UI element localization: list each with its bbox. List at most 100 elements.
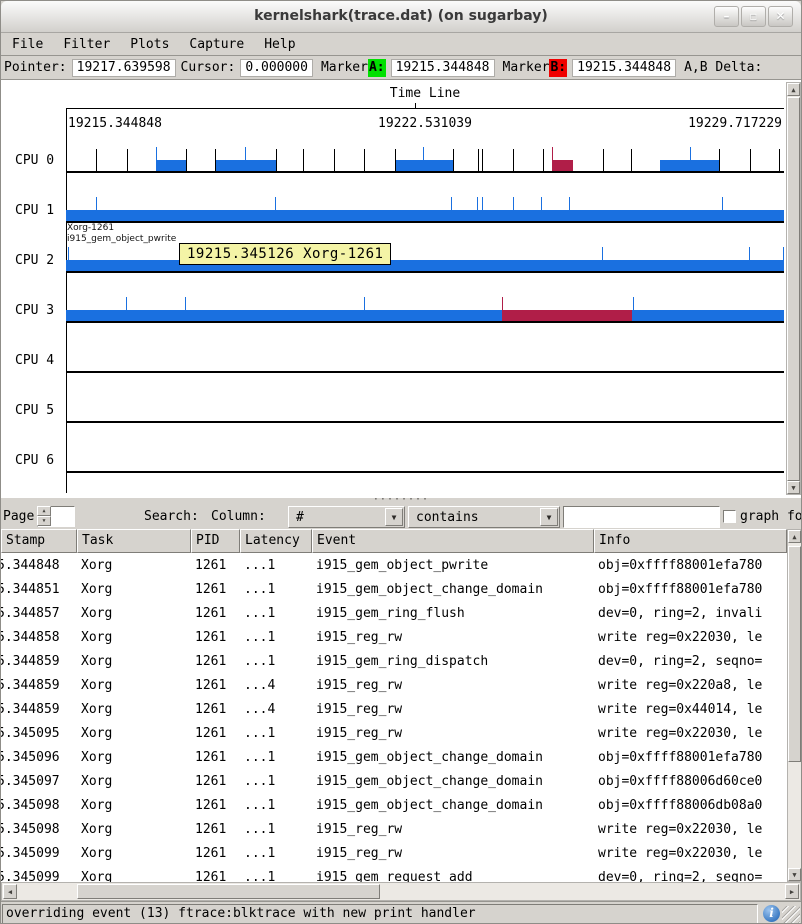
cell-task: Xorg	[77, 726, 191, 741]
column-header-event[interactable]: Event	[312, 529, 594, 553]
search-label: Search:	[144, 509, 199, 524]
graph-follows-checkbox[interactable]	[723, 510, 736, 523]
table-row[interactable]: 5.345097Xorg1261...1i915_gem_object_chan…	[1, 769, 787, 793]
scroll-up-button[interactable]: ▲	[788, 530, 801, 543]
table-vscrollbar[interactable]: ▲ ▼	[787, 529, 802, 882]
table-row[interactable]: 5.344848Xorg1261...1i915_gem_object_pwri…	[1, 553, 787, 577]
cell-latency: ...1	[240, 822, 312, 837]
table-row[interactable]: 5.344857Xorg1261...1i915_gem_ring_flushd…	[1, 601, 787, 625]
cpu-task-bar[interactable]	[156, 160, 186, 171]
cell-task: Xorg	[77, 678, 191, 693]
timeline-title: Time Line	[66, 86, 784, 101]
table-row[interactable]: 5.344859Xorg1261...1i915_gem_ring_dispat…	[1, 649, 787, 673]
cell-info: dev=0, ring=2, seqno=	[594, 654, 787, 669]
table-row[interactable]: 5.344859Xorg1261...4i915_reg_rwwrite reg…	[1, 673, 787, 697]
cell-latency: ...1	[240, 558, 312, 573]
table-hscrollbar[interactable]: ◀ ▶	[1, 882, 801, 901]
table-vscroll-thumb[interactable]	[788, 546, 801, 762]
cpu-task-bar[interactable]	[395, 160, 453, 171]
table-row[interactable]: 5.345098Xorg1261...1i915_reg_rwwrite reg…	[1, 817, 787, 841]
marker-b-value: 19215.344848	[572, 59, 676, 77]
menu-item-plots[interactable]: Plots	[130, 37, 169, 52]
marker-b-badge[interactable]: B:	[549, 59, 567, 77]
column-header-info[interactable]: Info	[594, 529, 787, 553]
scroll-left-button[interactable]: ◀	[3, 884, 17, 899]
timeline-graph[interactable]: Time Line 19215.344848 19222.531039 1922…	[1, 80, 801, 498]
event-table: 5.344848Xorg1261...1i915_gem_object_pwri…	[1, 553, 787, 882]
table-row[interactable]: 5.345096Xorg1261...1i915_gem_object_chan…	[1, 745, 787, 769]
menu-item-capture[interactable]: Capture	[189, 37, 244, 52]
table-row[interactable]: 5.344851Xorg1261...1i915_gem_object_chan…	[1, 577, 787, 601]
scroll-down-button[interactable]: ▼	[787, 481, 800, 494]
graph-vscrollbar[interactable]: ▲ ▼	[786, 82, 801, 495]
event-tick	[722, 197, 723, 210]
event-tick	[185, 297, 186, 310]
table-row[interactable]: 5.345099Xorg1261...1i915_gem_request_add…	[1, 865, 787, 882]
delta-label: A,B Delta:	[684, 60, 762, 75]
cell-info: obj=0xffff88001efa780	[594, 558, 787, 573]
table-hscroll-thumb[interactable]	[77, 884, 380, 899]
cpu-task-bar[interactable]	[66, 210, 784, 221]
cpu-baseline	[66, 171, 784, 173]
column-header-task[interactable]: Task	[77, 529, 191, 553]
scroll-up-button[interactable]: ▲	[787, 83, 800, 96]
column-select[interactable]: # ▼	[288, 506, 405, 528]
menu-item-help[interactable]: Help	[264, 37, 295, 52]
graph-vscroll-thumb[interactable]	[787, 97, 800, 481]
event-tick	[569, 197, 570, 210]
minimize-button[interactable]: –	[714, 6, 739, 27]
resize-grip[interactable]	[782, 906, 800, 924]
title-bar[interactable]: kernelshark(trace.dat) (on sugarbay) – ▫…	[1, 1, 801, 33]
event-tick	[126, 297, 127, 310]
menu-item-filter[interactable]: Filter	[63, 37, 110, 52]
table-row[interactable]: 5.344859Xorg1261...4i915_reg_rwwrite reg…	[1, 697, 787, 721]
event-tick	[275, 197, 276, 210]
cell-stamp: 5.344857	[1, 606, 77, 621]
column-header-pid[interactable]: PID	[191, 529, 240, 553]
cpu-task-bar[interactable]	[66, 260, 784, 271]
marker-a-value: 19215.344848	[391, 59, 495, 77]
cpu-task-bar[interactable]	[66, 310, 784, 321]
table-row[interactable]: 5.345099Xorg1261...1i915_reg_rwwrite reg…	[1, 841, 787, 865]
cell-task: Xorg	[77, 798, 191, 813]
marker-a-badge[interactable]: A:	[368, 59, 386, 77]
operator-select[interactable]: contains ▼	[408, 506, 560, 528]
scroll-left-icon: ◀	[8, 888, 12, 896]
cpu-task-bar[interactable]	[502, 310, 633, 321]
cell-event: i915_gem_object_change_domain	[312, 798, 594, 813]
scroll-down-button[interactable]: ▼	[788, 868, 801, 881]
cpu-task-bar[interactable]	[552, 160, 573, 171]
page-spin-up-button[interactable]: ▲	[37, 506, 51, 516]
cpu-task-bar[interactable]	[215, 160, 275, 171]
cell-stamp: 5.345098	[1, 822, 77, 837]
event-tick	[96, 149, 97, 171]
cell-task: Xorg	[77, 558, 191, 573]
table-row[interactable]: 5.344858Xorg1261...1i915_reg_rwwrite reg…	[1, 625, 787, 649]
table-header: StampTaskPIDLatencyEventInfo	[1, 529, 787, 553]
cell-info: write reg=0x22030, le	[594, 630, 787, 645]
event-tick	[334, 149, 335, 171]
close-button[interactable]: ✕	[768, 6, 793, 27]
cell-task: Xorg	[77, 822, 191, 837]
page-spin-down-button[interactable]: ▼	[37, 516, 51, 526]
column-header-stamp[interactable]: Stamp	[1, 529, 77, 553]
column-header-latency[interactable]: Latency	[240, 529, 312, 553]
cell-pid: 1261	[191, 822, 240, 837]
cpu-task-bar[interactable]	[660, 160, 719, 171]
search-input[interactable]	[563, 506, 720, 528]
graph-follows-label: graph follows	[740, 509, 802, 524]
table-row[interactable]: 5.345098Xorg1261...1i915_gem_object_chan…	[1, 793, 787, 817]
event-tick	[96, 197, 97, 210]
maximize-button[interactable]: ▫	[741, 6, 766, 27]
event-tick	[603, 149, 604, 171]
axis-tick	[415, 103, 416, 109]
menu-item-file[interactable]: File	[12, 37, 43, 52]
scroll-right-button[interactable]: ▶	[785, 884, 799, 899]
info-icon[interactable]: i	[763, 905, 780, 922]
event-tick	[478, 149, 479, 171]
window-title: kernelshark(trace.dat) (on sugarbay)	[1, 8, 801, 24]
search-bar: Page ▲ ▼ Search: Column: # ▼ contains ▼ …	[1, 504, 801, 529]
page-spinbox[interactable]: ▲ ▼	[37, 506, 89, 527]
table-row[interactable]: 5.345095Xorg1261...1i915_reg_rwwrite reg…	[1, 721, 787, 745]
event-tick	[364, 149, 365, 171]
